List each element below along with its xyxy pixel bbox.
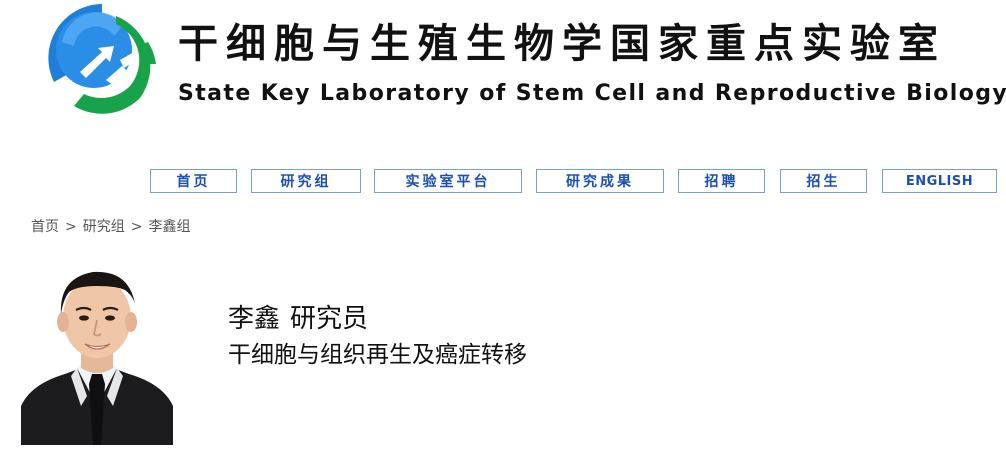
breadcrumb-separator: > — [65, 219, 77, 235]
nav-item-admissions[interactable]: 招生 — [780, 169, 867, 193]
nav-item-research-groups[interactable]: 研究组 — [251, 169, 361, 193]
nav-item-recruitment[interactable]: 招聘 — [678, 169, 765, 193]
site-header: 干细胞与生殖生物学国家重点实验室 State Key Laboratory of… — [0, 0, 1006, 130]
breadcrumb-current-page: 李鑫组 — [148, 219, 191, 235]
researcher-name: 李鑫 — [228, 304, 281, 334]
research-field: 干细胞与组织再生及癌症转移 — [228, 342, 527, 368]
lab-title-english: State Key Laboratory of Stem Cell and Re… — [178, 81, 1006, 106]
lab-title-chinese: 干细胞与生殖生物学国家重点实验室 — [178, 21, 946, 67]
lab-logo-icon[interactable] — [44, 2, 162, 114]
breadcrumb: 首页 > 研究组 > 李鑫组 — [31, 217, 190, 237]
nav-item-lab-platform[interactable]: 实验室平台 — [374, 169, 522, 193]
breadcrumb-separator: > — [130, 219, 143, 235]
nav-item-home[interactable]: 首页 — [150, 169, 237, 193]
breadcrumb-research-groups-link[interactable]: 研究组 — [83, 219, 125, 235]
breadcrumb-home-link[interactable]: 首页 — [31, 219, 59, 235]
nav-item-english[interactable]: ENGLISH — [882, 169, 997, 193]
portrait-photo — [21, 256, 173, 445]
researcher-title: 研究员 — [290, 304, 369, 334]
profile-name-line: 李鑫 研究员 — [228, 302, 368, 336]
main-nav: 首页 研究组 实验室平台 研究成果 招聘 招生 ENGLISH — [0, 169, 1006, 195]
nav-item-research-results[interactable]: 研究成果 — [536, 169, 664, 193]
